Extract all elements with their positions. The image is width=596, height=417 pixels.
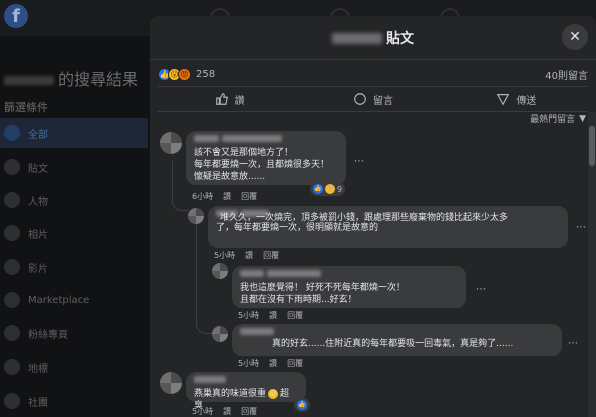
comment-reply-link[interactable]: 回覆 — [263, 250, 279, 261]
comment-meta: 5小時 讚 回覆 — [238, 358, 303, 369]
facebook-logo-icon[interactable]: f — [4, 4, 28, 28]
thread-line — [196, 224, 212, 334]
comment-reply-link[interactable]: 回覆 — [287, 310, 303, 321]
like-reaction-icon: 👍 — [313, 184, 323, 194]
comment-count[interactable]: 40則留言 — [545, 67, 588, 82]
commenter-name[interactable] — [240, 328, 554, 338]
close-button[interactable]: ✕ — [562, 24, 588, 50]
comment-meta: 6小時 讚 回覆 — [192, 191, 257, 202]
sidebar-item-people[interactable]: 人物 — [0, 185, 148, 215]
thumbs-up-icon — [215, 93, 228, 105]
comment-button[interactable]: 留言 — [301, 87, 444, 111]
comment-like-link[interactable]: 讚 — [269, 358, 277, 369]
avatar[interactable] — [188, 208, 204, 224]
post-modal: 貼文 ✕ 👍 😮 😡 258 40則留言 讚 留言 傳送 最熱門留言 ▼ 該不會又… — [150, 16, 596, 417]
comment-reaction-count[interactable]: 👍 — [294, 398, 310, 412]
posts-icon — [4, 159, 20, 175]
sidebar-item-all[interactable]: 全部 — [0, 118, 148, 148]
flag-icon — [4, 325, 20, 341]
avatar[interactable] — [160, 132, 182, 154]
sort-dropdown[interactable]: 最熱門留言 ▼ — [530, 112, 586, 126]
comment-meta: 5小時 讚 回覆 — [192, 406, 257, 417]
modal-title: 貼文 — [332, 28, 414, 48]
filter-header: 篩選條件 — [4, 101, 48, 114]
wow-reaction-icon: 😮 — [325, 184, 335, 194]
angry-reaction-icon: 😡 — [178, 67, 191, 81]
pin-icon — [4, 359, 20, 375]
sidebar-item-marketplace[interactable]: Marketplace — [0, 285, 148, 315]
comment-bubble: 堆久久，一次燒完，頂多被罰小錢，跟處理那些廢棄物的錢比起來少太多 了，每年都要燒… — [208, 206, 568, 248]
comment-like-link[interactable]: 讚 — [245, 250, 253, 261]
video-icon — [4, 259, 20, 275]
comment-text: 且都在沒有下雨時期...好玄！ — [240, 295, 357, 305]
like-button[interactable]: 讚 — [158, 87, 301, 111]
shop-icon — [4, 292, 20, 308]
comment-meta: 5小時 讚 回覆 — [214, 250, 279, 261]
sidebar-item-photos[interactable]: 相片 — [0, 218, 148, 248]
groups-icon — [4, 393, 20, 409]
timestamp[interactable]: 5小時 — [238, 310, 259, 321]
timestamp[interactable]: 5小時 — [214, 250, 235, 261]
modal-header: 貼文 ✕ — [150, 16, 596, 60]
avatar[interactable] — [212, 263, 228, 279]
sidebar-item-places[interactable]: 地標 — [0, 352, 148, 382]
avatar[interactable] — [212, 326, 228, 342]
commenter-name[interactable] — [240, 270, 458, 280]
send-icon — [497, 94, 510, 106]
search-results-title: 的搜尋結果 — [4, 66, 138, 90]
close-icon: ✕ — [569, 29, 581, 45]
commenter-name[interactable] — [194, 135, 338, 145]
comment-text: 該不會又是那個地方了！ — [194, 148, 294, 158]
photos-icon — [4, 225, 20, 241]
comment-like-link[interactable]: 讚 — [223, 191, 231, 202]
comment-reaction-count[interactable]: 👍 😮 9 — [310, 182, 346, 196]
reaction-count[interactable]: 258 — [196, 69, 215, 80]
sidebar-item-posts[interactable]: 貼文 — [0, 152, 148, 182]
grid-icon — [4, 125, 20, 141]
comment-like-link[interactable]: 讚 — [223, 406, 231, 417]
timestamp[interactable]: 6小時 — [192, 191, 213, 202]
scrollbar-thumb[interactable] — [589, 126, 595, 166]
more-options-icon[interactable]: ⋯ — [568, 338, 578, 349]
comment-reply-link[interactable]: 回覆 — [241, 191, 257, 202]
timestamp[interactable]: 5小時 — [238, 358, 259, 369]
comment-bubble: 該不會又是那個地方了！ 每年都要燒一次，且都燒很多天！ 懷疑是故意放...... — [186, 131, 346, 185]
sidebar-item-groups[interactable]: 社團 — [0, 386, 148, 416]
comment-bubble: 我也這麼覺得！ 好死不死每年都燒一次！ 且都在沒有下雨時期...好玄！ — [232, 266, 466, 308]
reaction-summary[interactable]: 👍 😮 😡 258 40則留言 — [158, 62, 588, 86]
comment-bubble: 真的好玄......住附近真的每年都要吸一回毒氣，真是夠了...... — [232, 324, 562, 356]
comment-reply-link[interactable]: 回覆 — [287, 358, 303, 369]
comment-reply-link[interactable]: 回覆 — [241, 406, 257, 417]
people-icon — [4, 192, 20, 208]
timestamp[interactable]: 5小時 — [192, 406, 213, 417]
comment-text: 堆久久，一次燒完，頂多被罰小錢，跟處理那些廢棄物的錢比起來少太多 — [220, 213, 509, 223]
more-options-icon[interactable]: ⋯ — [576, 222, 586, 233]
comment-bubble-icon — [354, 93, 366, 105]
comment-text: 每年都要燒一次，且都燒很多天！ — [194, 160, 330, 170]
more-options-icon[interactable]: ⋯ — [354, 156, 364, 167]
comment-text: 真的好玄......住附近真的每年都要吸一回毒氣，真是夠了...... — [272, 339, 514, 349]
caret-down-icon: ▼ — [579, 113, 586, 124]
smiley-emoji-icon: ☺ — [268, 388, 279, 399]
like-reaction-icon: 👍 — [297, 400, 307, 410]
sidebar-item-videos[interactable]: 影片 — [0, 252, 148, 282]
comment-bubble: 燕巢真的味道很重 ☺ 超臭 — [186, 372, 306, 411]
comment-like-link[interactable]: 讚 — [269, 310, 277, 321]
send-button[interactable]: 傳送 — [445, 87, 588, 111]
more-options-icon[interactable]: ⋯ — [476, 284, 486, 295]
avatar[interactable] — [160, 372, 182, 394]
comment-meta: 5小時 讚 回覆 — [238, 310, 303, 321]
comment-text: 我也這麼覺得！ 好死不死每年都燒一次！ — [240, 283, 405, 293]
commenter-name[interactable] — [194, 376, 298, 386]
sidebar-item-pages[interactable]: 粉絲專頁 — [0, 318, 148, 348]
action-bar: 讚 留言 傳送 — [158, 86, 588, 112]
